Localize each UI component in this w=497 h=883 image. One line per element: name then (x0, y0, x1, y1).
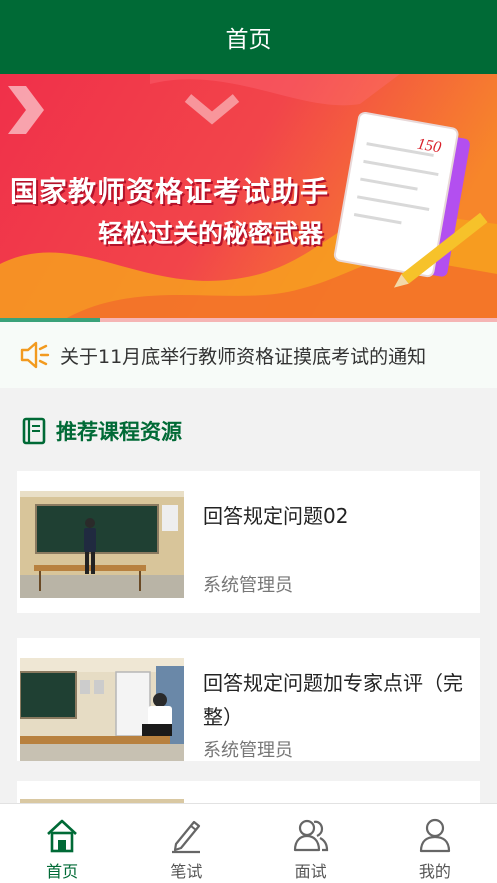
home-icon (47, 819, 78, 853)
tab-mine[interactable]: 我的 (373, 804, 497, 883)
user-icon (419, 818, 450, 853)
tab-label: 我的 (418, 862, 451, 881)
book-icon (22, 417, 46, 445)
tab-label: 面试 (294, 862, 327, 881)
section-header: 推荐课程资源 (22, 414, 182, 448)
course-author: 系统管理员 (203, 575, 293, 596)
notice-bar[interactable]: 关于11月底举行教师资格证摸底考试的通知 (0, 322, 497, 388)
section-title: 推荐课程资源 (56, 420, 182, 444)
top-header: 首页 (0, 0, 497, 74)
bottom-tab-bar: 首页 笔试 面试 我的 (0, 803, 497, 883)
course-thumbnail (20, 491, 184, 598)
pencil-icon (172, 820, 201, 854)
tab-interview[interactable]: 面试 (249, 804, 373, 883)
course-title: 回答规定问题02 (203, 504, 349, 528)
banner-headline: 国家教师资格证考试助手 (10, 175, 330, 208)
course-title: 回答规定问题加专家点评（完整） (203, 671, 463, 729)
promo-banner[interactable]: 150 国家教师资格证考试助手 轻松过关的秘密武器 (0, 74, 497, 322)
tab-home[interactable]: 首页 (0, 804, 124, 883)
course-card[interactable]: 回答规定问题02 系统管理员 (17, 471, 480, 613)
course-author: 系统管理员 (203, 740, 293, 761)
tab-label: 笔试 (170, 862, 203, 881)
course-thumbnail (20, 658, 184, 761)
interview-icon (293, 819, 328, 852)
page-title: 首页 (225, 27, 272, 53)
tab-written-exam[interactable]: 笔试 (124, 804, 248, 883)
speaker-icon (20, 341, 50, 369)
tab-label: 首页 (46, 862, 79, 881)
course-card[interactable]: 回答规定问题加专家点评（完整） 系统管理员 (17, 638, 480, 761)
notice-text[interactable]: 关于11月底举行教师资格证摸底考试的通知 (60, 342, 426, 369)
banner-subheadline: 轻松过关的秘密武器 (98, 219, 324, 248)
